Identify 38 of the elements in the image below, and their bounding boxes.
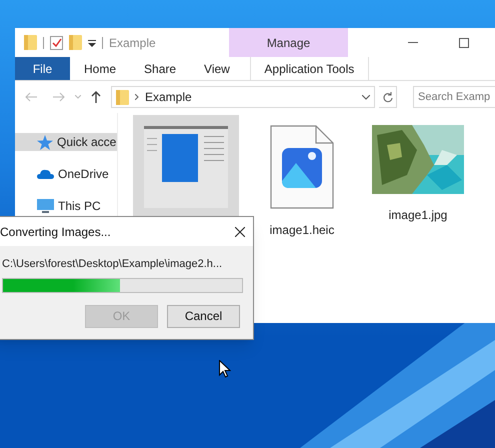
breadcrumb[interactable]: Example <box>145 88 356 106</box>
maximize-icon[interactable] <box>459 38 469 48</box>
ribbon-tab[interactable]: View <box>190 57 244 80</box>
star-icon <box>37 134 53 150</box>
file-path: C:\Users\forest\Desktop\Example\image2.h... <box>2 257 224 272</box>
ribbon-tab[interactable]: Share <box>130 57 190 80</box>
nav-item[interactable]: This PC <box>15 197 117 215</box>
address-bar[interactable]: Example <box>111 86 375 108</box>
refresh-button[interactable] <box>379 86 397 108</box>
contextual-tab-group: Manage <box>229 28 348 57</box>
window-title: Example <box>109 34 157 52</box>
file-tab[interactable]: File <box>15 57 70 80</box>
refresh-icon <box>382 92 392 102</box>
close-icon[interactable] <box>235 226 245 236</box>
dialog-button[interactable]: Cancel <box>167 304 240 328</box>
ribbon-tab[interactable]: Home <box>70 57 130 80</box>
file-item[interactable] <box>133 115 239 219</box>
checklist-icon <box>50 36 63 50</box>
nav-label: OneDrive <box>58 166 109 183</box>
nav-label: This PC <box>58 198 101 215</box>
nav-item[interactable]: Quick acce <box>15 133 117 151</box>
chevron-down-icon[interactable] <box>362 94 370 100</box>
ribbon-tab[interactable]: Application Tools <box>250 57 369 80</box>
file-name: image1.heic <box>270 222 334 239</box>
cloud-icon <box>37 169 54 179</box>
chevron-right-icon <box>135 94 139 100</box>
image-file-icon <box>270 125 334 209</box>
search-field[interactable]: Search Examp <box>413 86 495 108</box>
up-arrow-icon[interactable] <box>91 91 101 103</box>
nav-item[interactable]: OneDrive <box>15 165 117 183</box>
mouse-cursor-icon <box>219 360 231 378</box>
folder-icon <box>24 35 37 50</box>
folder-icon <box>116 90 129 104</box>
monitor-icon <box>37 199 54 213</box>
nav-label: Quick acce <box>57 134 116 151</box>
dialog-title: Converting Images... <box>0 224 112 240</box>
folder-icon <box>69 35 82 50</box>
dropdown-icon <box>88 38 96 46</box>
